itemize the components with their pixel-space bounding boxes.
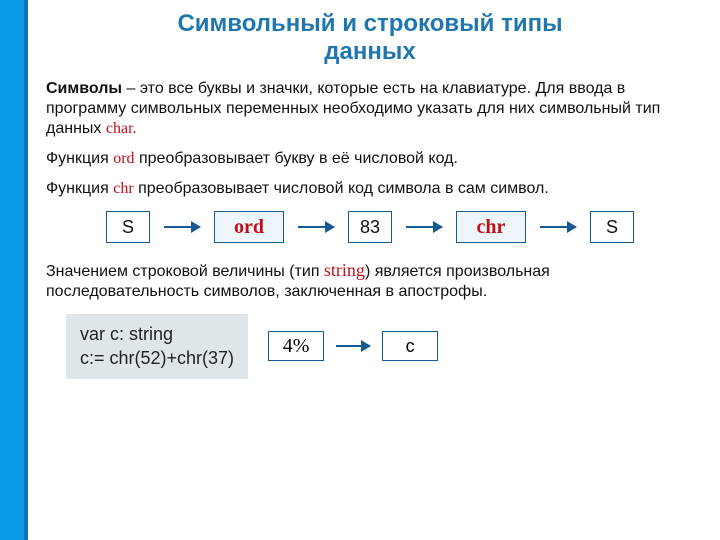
diagram-input-s: S — [106, 211, 150, 243]
result-diagram: 4% c — [268, 331, 438, 361]
result-value: 4% — [268, 331, 324, 361]
arrow-icon — [298, 226, 334, 228]
diagram-fn-chr: chr — [456, 211, 526, 243]
result-var-c: c — [382, 331, 438, 361]
keyword-string: string — [324, 260, 365, 280]
diagram-fn-ord: ord — [214, 211, 284, 243]
chr-post: преобразовывает числовой код символа в с… — [134, 180, 549, 197]
ord-function-paragraph: Функция ord преобразовывает букву в её ч… — [46, 149, 694, 169]
arrow-icon — [336, 345, 370, 347]
diagram-code-83: 83 — [348, 211, 392, 243]
ord-pre: Функция — [46, 150, 113, 167]
chr-function-paragraph: Функция chr преобразовывает числовой код… — [46, 179, 694, 199]
slide-title: Символьный и строковый типы данных — [46, 10, 694, 65]
keyword-char: char. — [106, 120, 137, 137]
ord-post: преобразовывает букву в её числовой код. — [135, 150, 458, 167]
example-row: var c: string c:= chr(52)+chr(37) 4% c — [46, 314, 694, 379]
chr-pre: Функция — [46, 180, 113, 197]
keyword-ord: ord — [113, 150, 134, 167]
symbols-term: Символы — [46, 80, 122, 97]
definition-text: – это все буквы и значки, которые есть н… — [46, 80, 660, 137]
code-line-2: c:= chr(52)+chr(37) — [80, 346, 234, 370]
arrow-icon — [540, 226, 576, 228]
string-paragraph: Значением строковой величины (тип string… — [46, 259, 694, 302]
arrow-icon — [406, 226, 442, 228]
code-line-1: var c: string — [80, 322, 234, 346]
diagram-output-s: S — [590, 211, 634, 243]
ord-chr-diagram: S ord 83 chr S — [46, 211, 694, 243]
string-pre: Значением строковой величины (тип — [46, 263, 324, 280]
code-example: var c: string c:= chr(52)+chr(37) — [66, 314, 248, 379]
side-stripe — [0, 0, 24, 540]
title-line-1: Символьный и строковый типы — [177, 10, 562, 37]
title-line-2: данных — [324, 38, 415, 65]
arrow-icon — [164, 226, 200, 228]
slide-content: Символьный и строковый типы данных Симво… — [28, 6, 712, 534]
definition-paragraph: Символы – это все буквы и значки, которы… — [46, 79, 694, 139]
keyword-chr: chr — [113, 180, 133, 197]
